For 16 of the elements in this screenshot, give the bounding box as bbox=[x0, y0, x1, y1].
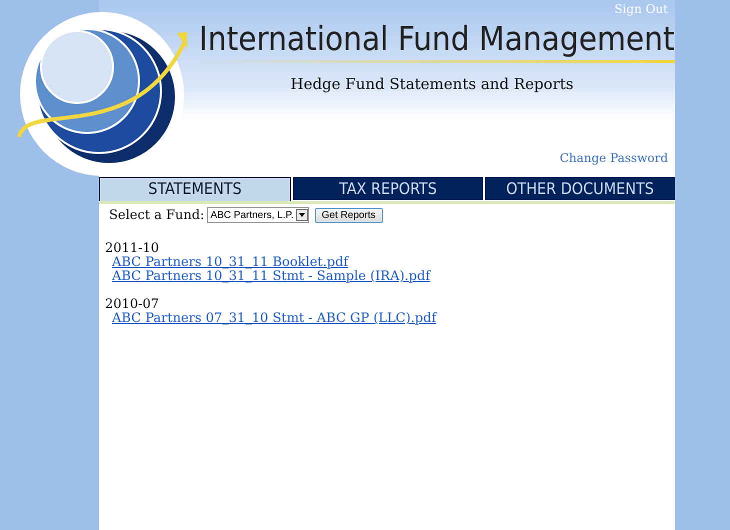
period-heading: 2011-10 bbox=[105, 242, 160, 256]
tab[interactable]: STATEMENTS bbox=[99, 177, 291, 201]
file-link[interactable]: ABC Partners 10_31_11 Stmt - Sample (IRA).pdf bbox=[112, 269, 430, 284]
get-reports-button[interactable]: Get Reports bbox=[314, 208, 383, 222]
globe-logo-icon bbox=[17, 9, 187, 179]
file-link[interactable]: ABC Partners 07_31_10 Stmt - ABC GP (LLC).pdf bbox=[112, 311, 436, 326]
site-title: International Fund Management bbox=[199, 18, 675, 60]
tab[interactable]: OTHER DOCUMENTS bbox=[485, 177, 675, 200]
fund-dropdown[interactable]: ABC Partners, L.P. bbox=[207, 207, 309, 223]
site-subtitle: Hedge Fund Statements and Reports bbox=[290, 75, 574, 93]
fund-label: Select a Fund: bbox=[109, 208, 204, 222]
file-link[interactable]: ABC Partners 10_31_11 Booklet.pdf bbox=[112, 255, 348, 270]
change-password-link[interactable]: Change Password bbox=[560, 151, 668, 165]
period-heading: 2010-07 bbox=[105, 298, 160, 312]
tab[interactable]: TAX REPORTS bbox=[293, 177, 483, 200]
caret-icon bbox=[296, 209, 308, 221]
